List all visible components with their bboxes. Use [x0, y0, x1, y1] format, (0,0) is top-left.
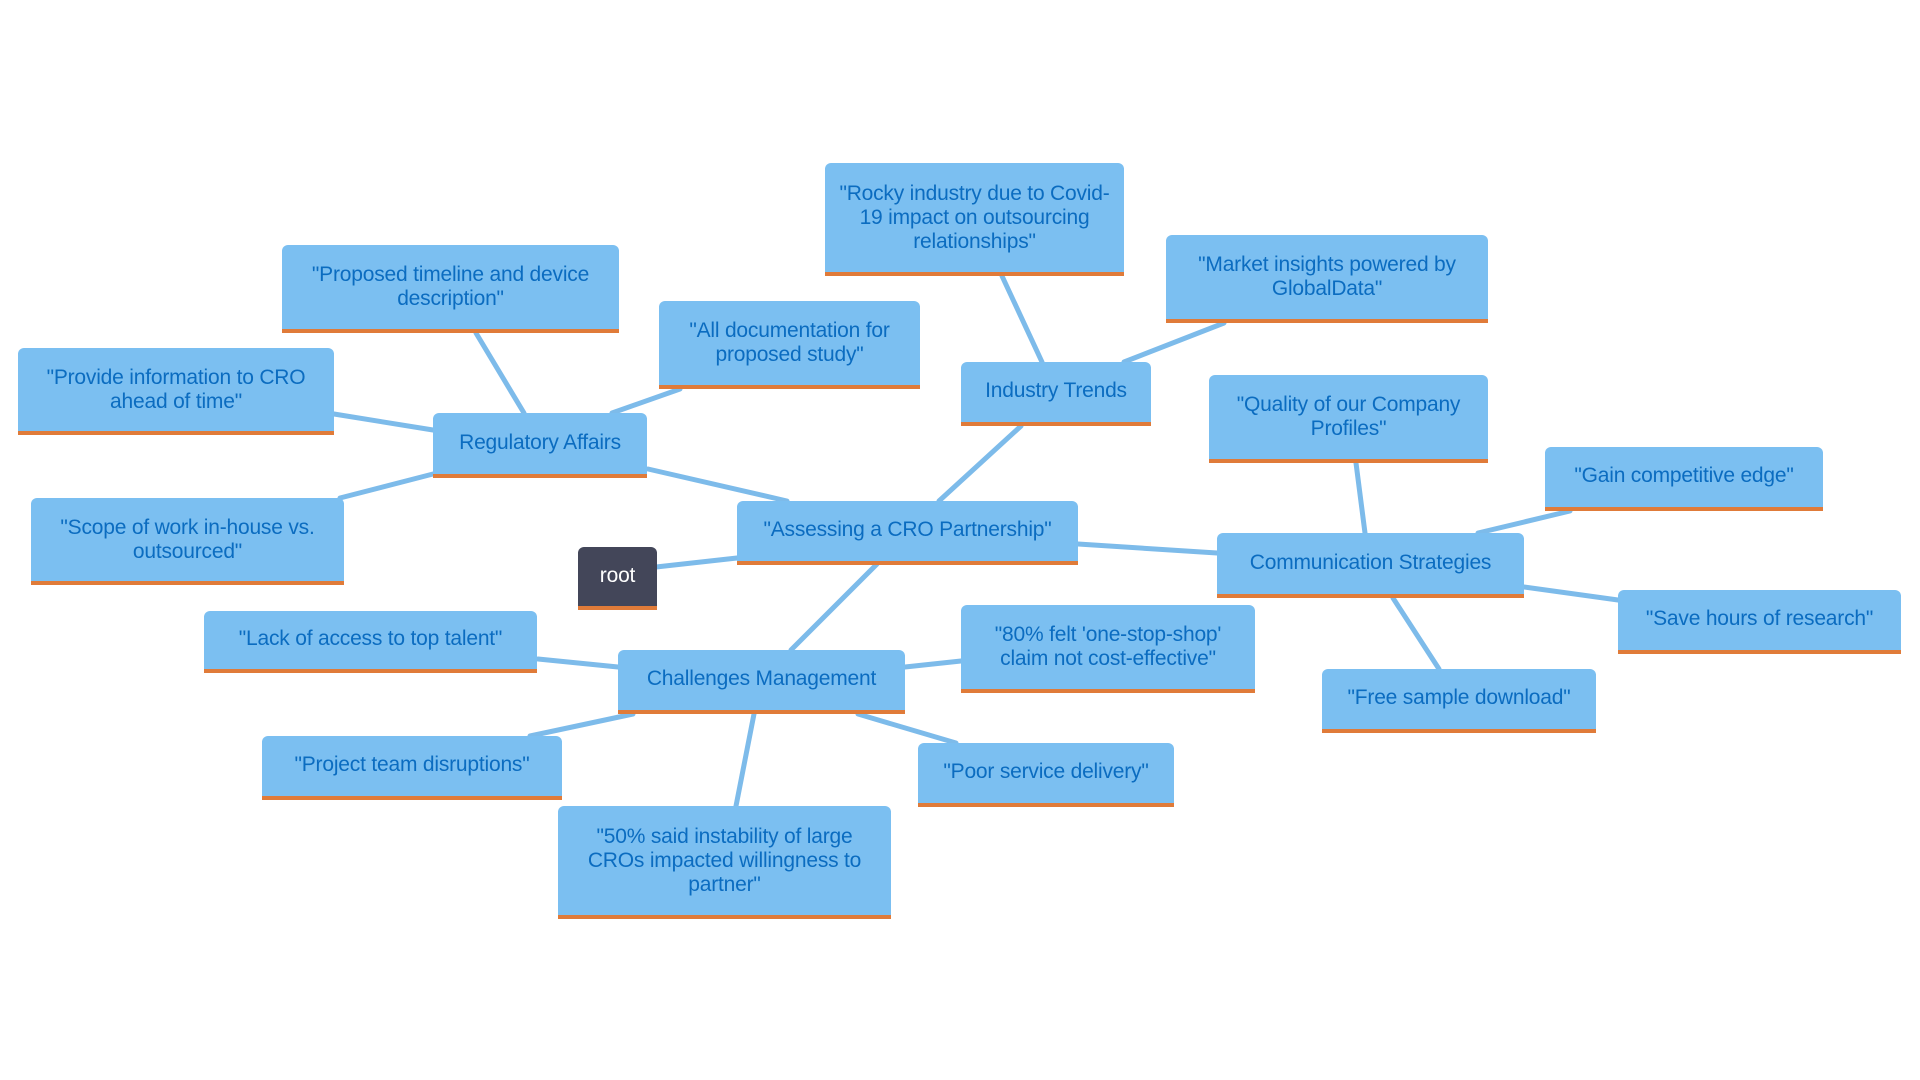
branch-challenges-management[interactable]: Challenges Management	[618, 650, 905, 714]
edge-center-challenges-management	[788, 561, 880, 653]
leaf-lack-of-talent[interactable]: "Lack of access to top talent"	[204, 611, 537, 673]
root-node[interactable]: root	[578, 547, 657, 610]
branch-regulatory-affairs[interactable]: Regulatory Affairs	[433, 413, 647, 478]
leaf-provide-information[interactable]: "Provide information to CRO ahead of tim…	[18, 348, 334, 435]
leaf-label: "80% felt 'one-stop-shop' claim not cost…	[994, 623, 1222, 670]
edge-challenges-poor-service	[855, 711, 959, 746]
root-node-label: root	[599, 563, 636, 587]
edge-center-communication-strategies	[1075, 541, 1220, 556]
leaf-free-sample-download[interactable]: "Free sample download"	[1322, 669, 1596, 733]
leaf-label: "Scope of work in-house vs. outsourced"	[60, 515, 315, 563]
leaf-label: "Lack of access to top talent"	[238, 627, 503, 650]
edge-communication-save-hours	[1521, 584, 1621, 603]
leaf-label: "50% said instability of large CROs impa…	[587, 824, 862, 896]
edge-industry-rocky-industry	[999, 273, 1045, 365]
leaf-poor-service-delivery[interactable]: "Poor service delivery"	[918, 743, 1174, 807]
leaf-quality-company-profiles[interactable]: "Quality of our Company Profiles"	[1209, 375, 1488, 463]
leaf-label: "Rocky industry due to Covid-19 impact o…	[839, 181, 1110, 253]
edge-communication-free-sample	[1390, 595, 1442, 672]
leaf-one-stop-shop[interactable]: "80% felt 'one-stop-shop' claim not cost…	[961, 605, 1255, 693]
leaf-label: "Market insights powered by GlobalData"	[1198, 253, 1456, 300]
edge-challenges-project-team	[527, 711, 636, 739]
edge-regulatory-provide-information	[331, 411, 436, 433]
branch-label: Regulatory Affairs	[459, 430, 621, 454]
leaf-project-team-disruptions[interactable]: "Project team disruptions"	[262, 736, 562, 800]
leaf-label: "Quality of our Company Profiles"	[1236, 393, 1461, 440]
leaf-label: "All documentation for proposed study"	[689, 319, 890, 366]
edge-industry-market-insights	[1121, 320, 1227, 365]
center-node[interactable]: "Assessing a CRO Partnership"	[737, 501, 1078, 565]
branch-communication-strategies[interactable]: Communication Strategies	[1217, 533, 1524, 598]
leaf-proposed-timeline[interactable]: "Proposed timeline and device descriptio…	[282, 245, 619, 333]
leaf-market-insights[interactable]: "Market insights powered by GlobalData"	[1166, 235, 1488, 323]
center-node-label: "Assessing a CRO Partnership"	[763, 518, 1052, 541]
leaf-label: "Free sample download"	[1347, 686, 1571, 709]
edge-challenges-lack-of-talent	[535, 656, 621, 670]
branch-label: Industry Trends	[985, 379, 1127, 402]
edge-regulatory-all-documentation	[609, 386, 683, 416]
edge-challenges-one-stop-shop	[902, 658, 964, 670]
leaf-label: "Proposed timeline and device descriptio…	[311, 263, 590, 310]
edge-regulatory-scope-of-work	[337, 471, 436, 501]
edge-regulatory-proposed-timeline	[473, 330, 527, 416]
branch-label: Communication Strategies	[1249, 550, 1492, 574]
edge-communication-gain-edge	[1475, 508, 1573, 536]
edge-communication-quality	[1353, 460, 1368, 536]
leaf-label: "Save hours of research"	[1645, 607, 1874, 630]
leaf-label: "Provide information to CRO ahead of tim…	[46, 365, 306, 413]
branch-industry-trends[interactable]: Industry Trends	[961, 362, 1151, 426]
edge-challenges-instability	[733, 711, 757, 809]
leaf-label: "Poor service delivery"	[943, 760, 1149, 783]
leaf-all-documentation[interactable]: "All documentation for proposed study"	[659, 301, 920, 389]
leaf-label: "Project team disruptions"	[294, 753, 530, 776]
edge-center-regulatory-affairs	[645, 466, 790, 504]
branch-label: Challenges Management	[646, 667, 877, 690]
leaf-gain-competitive-edge[interactable]: "Gain competitive edge"	[1545, 447, 1823, 511]
leaf-instability-large-cros[interactable]: "50% said instability of large CROs impa…	[558, 806, 891, 919]
leaf-rocky-industry[interactable]: "Rocky industry due to Covid-19 impact o…	[825, 163, 1124, 276]
edge-root-center	[653, 555, 740, 570]
edge-center-industry-trends	[936, 423, 1024, 504]
leaf-save-hours[interactable]: "Save hours of research"	[1618, 590, 1901, 654]
leaf-label: "Gain competitive edge"	[1574, 464, 1794, 487]
leaf-scope-of-work[interactable]: "Scope of work in-house vs. outsourced"	[31, 498, 344, 585]
